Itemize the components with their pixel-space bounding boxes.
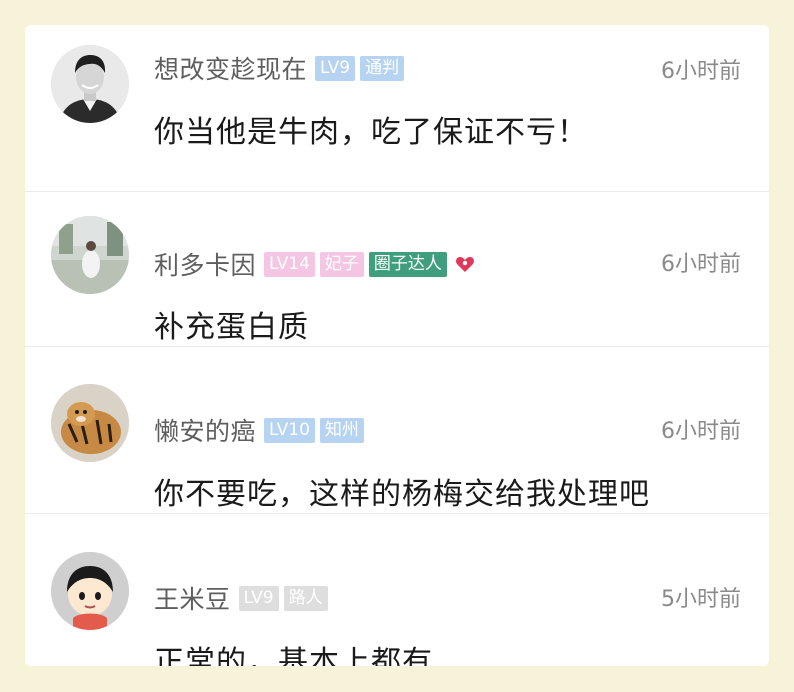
username[interactable]: 王米豆 [154,580,231,616]
comment-item[interactable]: 利多卡因 LV14 妃子 圈子达人 6小时前 补充蛋白质 [25,180,769,347]
comment-text: 你不要吃，这样的杨梅交给我处理吧 [154,477,650,512]
username[interactable]: 想改变趁现在 [154,50,307,86]
comment-text: 补充蛋白质 [154,310,309,345]
username[interactable]: 懒安的癌 [154,412,256,448]
user-info-row: 利多卡因 LV14 妃子 圈子达人 [154,248,475,280]
level-badge: LV10 [264,417,315,443]
man-portrait-avatar[interactable] [51,45,129,123]
title-badge: 路人 [283,585,328,611]
garden-photo-avatar[interactable] [51,216,129,294]
comment-text: 你当他是牛肉，吃了保证不亏！ [154,115,588,150]
user-info-row: 王米豆 LV9 路人 [154,582,333,614]
comment-text: 正常的，基本上都有 [154,645,433,666]
title-badge: 通判 [360,55,405,81]
level-badge: LV9 [315,55,356,81]
comment-list: 想改变趁现在 LV9 通判 6小时前 你当他是牛肉，吃了保证不亏！ 利多卡因 L… [25,25,769,666]
circle-expert-badge: 圈子达人 [368,251,447,277]
user-info-row: 懒安的癌 LV10 知州 [154,414,369,446]
comment-item[interactable]: 王米豆 LV9 路人 5小时前 正常的，基本上都有 [25,515,769,666]
level-badge: LV9 [238,585,279,611]
cartoon-face-avatar[interactable] [51,552,129,630]
title-badge: 妃子 [319,251,364,277]
tiger-avatar[interactable] [51,384,129,462]
comment-item[interactable]: 懒安的癌 LV10 知州 6小时前 你不要吃，这样的杨梅交给我处理吧 [25,347,769,514]
timestamp: 6小时前 [661,59,741,84]
user-info-row: 想改变趁现在 LV9 通判 [154,52,409,84]
timestamp: 6小时前 [661,419,741,444]
username[interactable]: 利多卡因 [154,246,256,282]
heart-badge-icon [455,254,475,274]
comment-item[interactable]: 想改变趁现在 LV9 通判 6小时前 你当他是牛肉，吃了保证不亏！ [25,25,769,192]
title-badge: 知州 [319,417,364,443]
timestamp: 5小时前 [661,587,741,612]
level-badge: LV14 [264,251,315,277]
timestamp: 6小时前 [661,252,741,277]
